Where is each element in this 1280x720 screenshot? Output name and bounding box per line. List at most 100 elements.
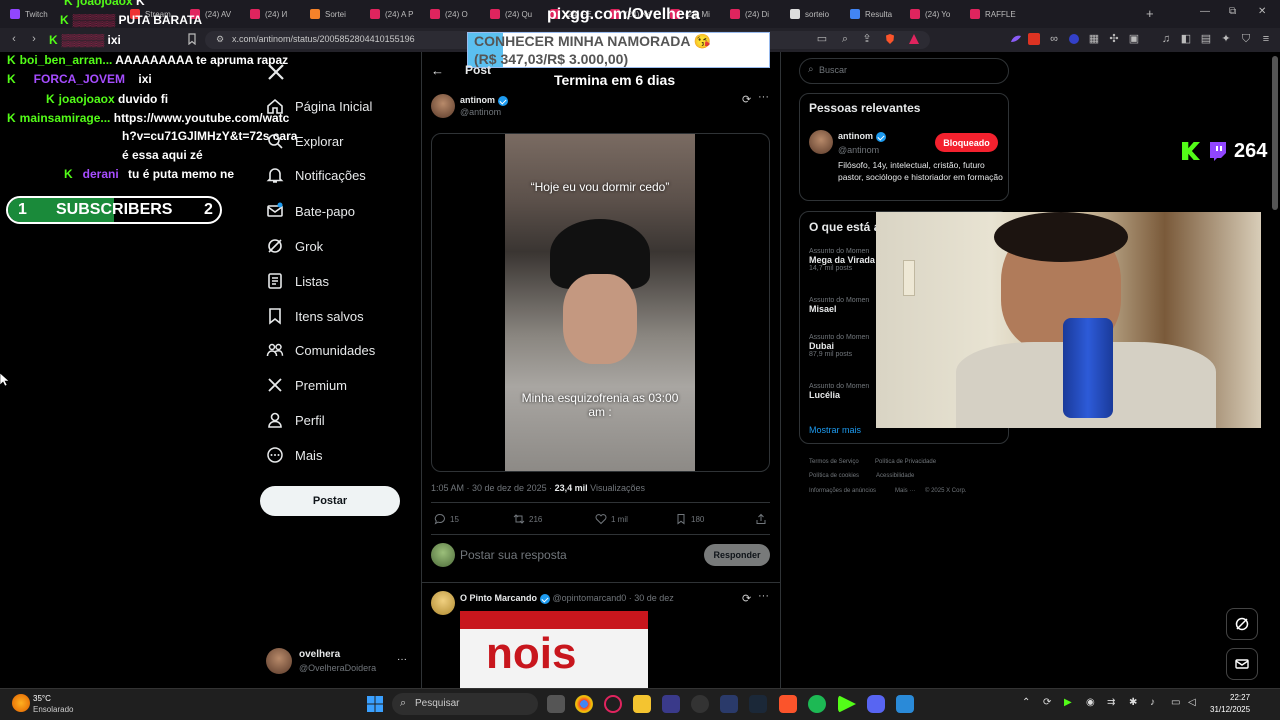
bookmark-page-icon[interactable]: [186, 33, 198, 45]
browser-tab[interactable]: Twitch: [10, 5, 65, 23]
media-icon[interactable]: ♫: [1160, 33, 1172, 45]
browser-tab[interactable]: (24) Di: [730, 5, 785, 23]
app-icon[interactable]: [662, 695, 680, 713]
nav-item-listas[interactable]: Listas: [266, 268, 329, 294]
browser-tab[interactable]: Resulta: [850, 5, 905, 23]
nav-item-bate-papo[interactable]: Bate-papo: [266, 198, 355, 224]
person-avatar[interactable]: [809, 130, 833, 154]
bookmark-action[interactable]: 180: [675, 513, 704, 525]
tray-bluetooth-icon[interactable]: ✱: [1129, 697, 1137, 708]
grok-explain-icon[interactable]: ⟳: [742, 592, 751, 605]
tray-kick-icon[interactable]: ▶: [1064, 697, 1072, 708]
repost-action[interactable]: 216: [513, 513, 542, 525]
tray-record-icon[interactable]: ◉: [1086, 697, 1095, 708]
tray-mic-icon[interactable]: ♪: [1150, 697, 1155, 708]
extension-icon[interactable]: [1010, 33, 1022, 45]
footer-ads-info[interactable]: Informações de anúncios: [809, 488, 876, 494]
notepad-icon[interactable]: [896, 695, 914, 713]
reply-more-icon[interactable]: ···: [758, 590, 769, 602]
reply-button[interactable]: Responder: [704, 544, 770, 566]
tray-chevron-icon[interactable]: ⌃: [1022, 697, 1030, 708]
messages-float-button[interactable]: [1226, 648, 1258, 680]
footer-more[interactable]: Mais ···: [895, 488, 915, 494]
reply-author-avatar[interactable]: [431, 591, 455, 615]
steam-icon[interactable]: [749, 695, 767, 713]
nav-item-itens-salvos[interactable]: Itens salvos: [266, 303, 364, 329]
back-arrow-icon[interactable]: ←: [431, 63, 444, 78]
task-view-icon[interactable]: [547, 695, 565, 713]
share-action[interactable]: [755, 513, 771, 525]
brave-shield-icon[interactable]: [884, 33, 896, 45]
reply-author[interactable]: O Pinto Marcando @opintomarcand0 · 30 de…: [460, 593, 674, 604]
reply-input[interactable]: Postar sua resposta: [460, 548, 567, 562]
footer-terms[interactable]: Termos de Serviço: [809, 459, 859, 465]
nav-item-premium[interactable]: Premium: [266, 372, 347, 398]
browser-tab[interactable]: Sortei: [310, 5, 365, 23]
extension-blue-icon[interactable]: [1068, 33, 1080, 45]
tray-network-icon[interactable]: ▭: [1171, 697, 1180, 708]
account-avatar[interactable]: [266, 648, 292, 674]
taskbar-time[interactable]: 22:27: [1230, 693, 1250, 702]
page-scrollbar[interactable]: [1272, 56, 1278, 210]
extension-red-icon[interactable]: [1028, 33, 1040, 45]
author-avatar[interactable]: [431, 94, 455, 118]
obs-icon[interactable]: [691, 695, 709, 713]
nav-item-comunidades[interactable]: Comunidades: [266, 337, 375, 363]
wallet-icon[interactable]: ▤: [1200, 33, 1212, 45]
trend-item[interactable]: Assunto do Momen Misael: [809, 297, 875, 314]
nav-item-perfil[interactable]: Perfil: [266, 407, 325, 433]
show-more-link[interactable]: Mostrar mais: [809, 425, 861, 435]
nav-item-mais[interactable]: Mais: [266, 442, 322, 468]
video-player[interactable]: “Hoje eu vou dormir cedo” Minha esquizof…: [505, 134, 695, 471]
app-arrow-icon[interactable]: [720, 695, 738, 713]
zoom-icon[interactable]: ⌕: [839, 33, 851, 45]
leo-ai-icon[interactable]: ✦: [1220, 33, 1232, 45]
browser-tab[interactable]: RAFFLE: [970, 5, 1025, 23]
taskbar-search[interactable]: [392, 693, 538, 715]
discord-icon[interactable]: [867, 695, 885, 713]
person-name[interactable]: antinom: [838, 131, 886, 142]
browser-tab[interactable]: (24) Qu: [490, 5, 545, 23]
close-window-button[interactable]: ✕: [1258, 6, 1266, 17]
weather-sun-icon[interactable]: [12, 694, 30, 712]
post-more-icon[interactable]: ···: [758, 91, 769, 103]
tray-sync-icon[interactable]: ⟳: [1043, 697, 1051, 708]
extension-grid-icon[interactable]: ▦: [1088, 33, 1100, 45]
browser-tab[interactable]: sorteio: [790, 5, 845, 23]
grok-explain-icon[interactable]: ⟳: [742, 93, 751, 106]
reply-image[interactable]: nois: [460, 611, 648, 688]
brave-icon[interactable]: [779, 695, 797, 713]
browser-tab[interactable]: (24) И: [250, 5, 305, 23]
screen-icon[interactable]: ▭: [816, 33, 828, 45]
tray-arrows-icon[interactable]: ⇉: [1107, 697, 1115, 708]
nav-item-página-inicial[interactable]: Página Inicial: [266, 93, 372, 119]
site-info-icon[interactable]: ⚙: [214, 33, 226, 45]
menu-icon[interactable]: ≡: [1260, 33, 1272, 45]
trend-item[interactable]: Assunto do Momen Mega da Virada 14,7 mil p…: [809, 248, 875, 272]
grok-float-button[interactable]: [1226, 608, 1258, 640]
spotify-icon[interactable]: [808, 695, 826, 713]
nav-item-grok[interactable]: Grok: [266, 233, 323, 259]
footer-cookies[interactable]: Política de cookies: [809, 473, 859, 479]
blocked-button[interactable]: Bloqueado: [935, 133, 998, 152]
footer-accessibility[interactable]: Acessibilidade: [876, 473, 914, 479]
trend-item[interactable]: Assunto do Momen Dubai 87,9 mil posts: [809, 334, 875, 358]
file-explorer-icon[interactable]: [633, 695, 651, 713]
forward-icon[interactable]: ›: [28, 33, 40, 45]
chrome-icon[interactable]: [575, 695, 593, 713]
footer-privacy[interactable]: Política de Privacidade: [875, 459, 936, 465]
post-button[interactable]: Postar: [260, 486, 400, 516]
extensions-puzzle-icon[interactable]: ✣: [1108, 33, 1120, 45]
tray-volume-icon[interactable]: ◁: [1188, 697, 1196, 708]
author-name[interactable]: antinom: [460, 95, 508, 106]
extension-glasses-icon[interactable]: ∞: [1048, 33, 1060, 45]
vpn-icon[interactable]: ⛉: [1240, 33, 1252, 45]
new-tab-button[interactable]: +: [1146, 6, 1154, 21]
nav-item-explorar[interactable]: Explorar: [266, 128, 343, 154]
extension-box-icon[interactable]: ▣: [1128, 33, 1140, 45]
sidebar-toggle-icon[interactable]: ◧: [1180, 33, 1192, 45]
maximize-button[interactable]: ⧉: [1229, 6, 1236, 17]
reply-action[interactable]: 15: [434, 513, 459, 525]
trend-item[interactable]: Assunto do Momen Lucélia: [809, 383, 875, 400]
account-more-button[interactable]: ···: [397, 654, 407, 665]
